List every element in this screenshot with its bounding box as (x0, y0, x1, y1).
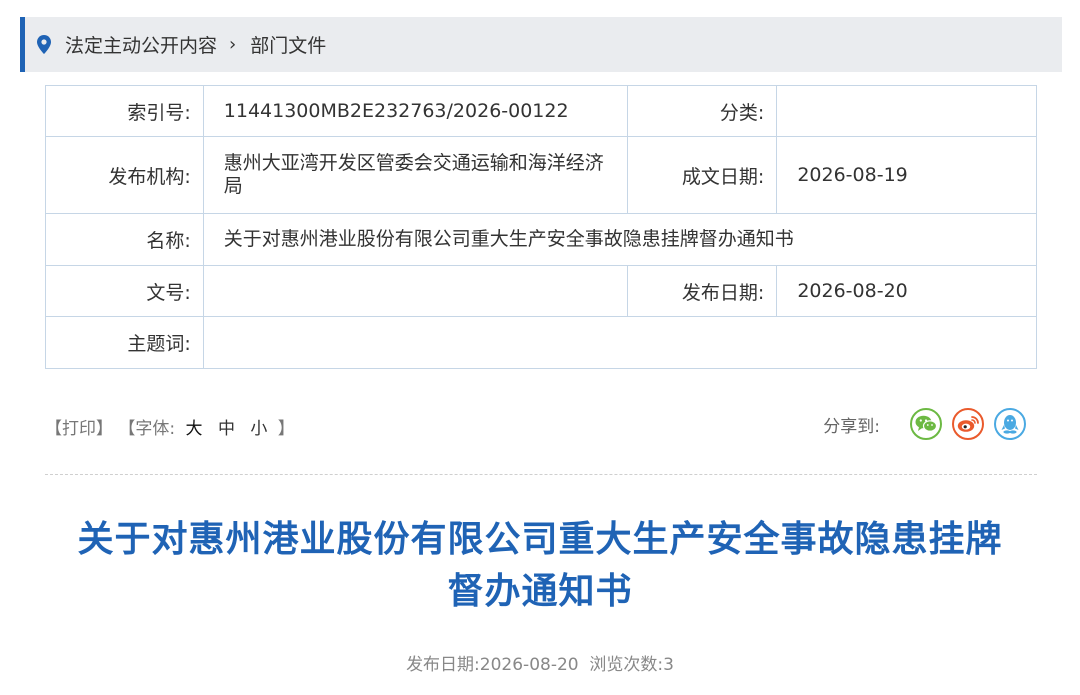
dashed-divider (45, 474, 1037, 475)
wechat-share-button[interactable] (910, 408, 942, 440)
index-label: 索引号: (45, 85, 204, 137)
font-size-label-open: 【字体: (118, 419, 176, 439)
article-title-line-1: 关于对惠州港业股份有限公司重大生产安全事故隐患挂牌 (77, 519, 1003, 560)
article-title-line-2: 督办通知书 (447, 571, 633, 612)
breadcrumb-home-link[interactable]: 法定主动公开内容 (65, 31, 217, 58)
doc-number-label: 文号: (45, 265, 204, 317)
share-label: 分享到: (823, 416, 880, 437)
font-small-button[interactable]: 小 (250, 419, 267, 439)
publish-date-value: 2026-08-20 (776, 265, 1037, 317)
article-publish-info: 发布日期:2026-08-20 浏览次数:3 (406, 655, 674, 675)
article-tools: 【打印】 【字体: 大 中 小 】 (45, 414, 295, 439)
breadcrumb-separator-icon: › (229, 34, 237, 55)
index-value: 11441300MB2E232763/2026-00122 (202, 85, 628, 137)
qq-share-button[interactable] (994, 408, 1026, 440)
table-row: 文号: 发布日期: 2026-08-20 (45, 265, 1037, 317)
wechat-icon (915, 415, 937, 432)
table-row: 主题词: (45, 316, 1038, 369)
article-title: 关于对惠州港业股份有限公司重大生产安全事故隐患挂牌 督办通知书 (30, 514, 1050, 618)
document-meta-table: 索引号: 11441300MB2E232763/2026-00122 分类: 发… (45, 85, 1038, 369)
publisher-value: 惠州大亚湾开发区管委会交通运输和海洋经济局 (202, 136, 628, 214)
table-row: 索引号: 11441300MB2E232763/2026-00122 分类: (45, 85, 1037, 137)
location-pin-icon (37, 35, 53, 55)
font-medium-button[interactable]: 中 (218, 419, 235, 439)
table-row: 名称: 关于对惠州港业股份有限公司重大生产安全事故隐患挂牌督办通知书 (45, 213, 1038, 266)
name-value: 关于对惠州港业股份有限公司重大生产安全事故隐患挂牌督办通知书 (202, 213, 1038, 266)
created-date-value: 2026-08-19 (776, 136, 1037, 214)
weibo-icon (957, 416, 979, 432)
breadcrumb-current-link[interactable]: 部门文件 (250, 31, 326, 58)
created-date-label: 成文日期: (626, 136, 778, 214)
publish-date-label: 发布日期: (626, 265, 778, 317)
font-size-label-close: 】 (277, 419, 295, 439)
category-label: 分类: (626, 85, 778, 137)
category-value (776, 85, 1037, 137)
table-row: 发布机构: 惠州大亚湾开发区管委会交通运输和海洋经济局 成文日期: 2026-0… (45, 136, 1037, 214)
print-button[interactable]: 【打印】 (45, 419, 113, 439)
font-large-button[interactable]: 大 (186, 419, 203, 439)
breadcrumb: 法定主动公开内容 › 部门文件 (20, 17, 1062, 72)
doc-number-value (202, 265, 628, 317)
weibo-share-button[interactable] (952, 408, 984, 440)
qq-icon (1001, 415, 1019, 434)
keywords-label: 主题词: (45, 316, 204, 369)
share-bar: 分享到: (823, 408, 1026, 440)
name-label: 名称: (45, 213, 204, 266)
keywords-value (202, 316, 1038, 369)
publisher-label: 发布机构: (45, 136, 204, 214)
